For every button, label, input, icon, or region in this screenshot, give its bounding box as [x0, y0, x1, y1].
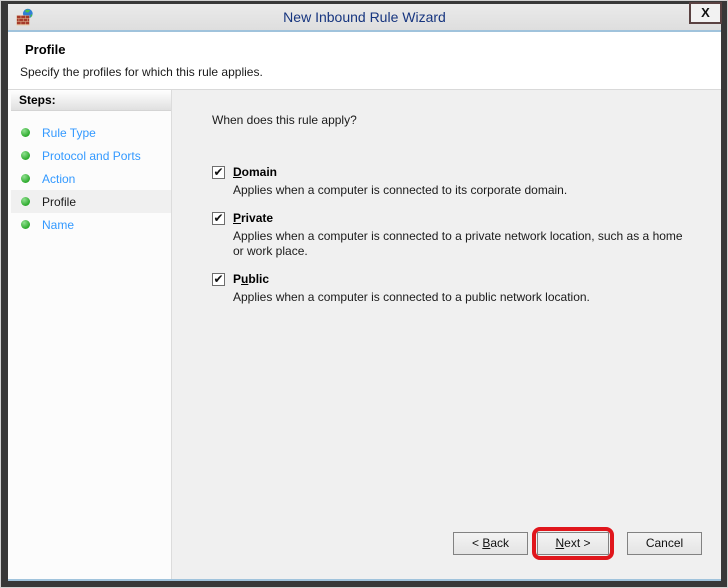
sidebar-item-name[interactable]: Name — [11, 213, 171, 236]
step-bullet-icon — [21, 197, 30, 206]
firewall-icon — [16, 8, 34, 26]
steps-list: Rule Type Protocol and Ports Action Prof… — [11, 121, 171, 236]
check-icon: ✔ — [213, 274, 224, 285]
page-title: Profile — [25, 42, 705, 57]
option-row: ✔ Private — [212, 211, 701, 225]
private-description: Applies when a computer is connected to … — [233, 229, 685, 259]
window-frame: New Inbound Rule Wizard Profile Specify … — [0, 0, 728, 588]
check-icon: ✔ — [213, 213, 224, 224]
sidebar-item-action[interactable]: Action — [11, 167, 171, 190]
title-bar: New Inbound Rule Wizard — [8, 4, 721, 30]
profile-option-private: ✔ Private Applies when a computer is con… — [212, 211, 701, 259]
label-suffix: blic — [248, 272, 269, 286]
step-bullet-icon — [21, 174, 30, 183]
step-label: Profile — [42, 195, 76, 209]
label-prefix: P — [233, 272, 241, 286]
step-label: Rule Type — [42, 126, 96, 140]
button-label-prefix: < — [472, 536, 482, 550]
button-label-accel: N — [555, 536, 564, 550]
question-text: When does this rule apply? — [212, 113, 701, 127]
sidebar-item-rule-type[interactable]: Rule Type — [11, 121, 171, 144]
label-suffix: omain — [242, 165, 277, 179]
close-button[interactable]: X — [689, 2, 722, 24]
step-bullet-icon — [21, 128, 30, 137]
bottom-accent-line — [8, 579, 721, 581]
domain-description: Applies when a computer is connected to … — [233, 183, 685, 198]
label-accel: D — [233, 165, 242, 179]
private-label: Private — [233, 211, 273, 225]
step-label: Protocol and Ports — [42, 149, 141, 163]
button-label-suffix: ext > — [564, 536, 590, 550]
next-button[interactable]: Next > — [537, 532, 609, 555]
label-suffix: rivate — [241, 211, 273, 225]
public-checkbox[interactable]: ✔ — [212, 273, 225, 286]
public-description: Applies when a computer is connected to … — [233, 290, 685, 305]
profile-option-domain: ✔ Domain Applies when a computer is conn… — [212, 165, 701, 198]
sidebar-item-profile[interactable]: Profile — [11, 190, 171, 213]
step-bullet-icon — [21, 220, 30, 229]
wizard-body: Steps: Rule Type Protocol and Ports Acti… — [8, 90, 721, 579]
check-icon: ✔ — [213, 167, 224, 178]
wizard-header: Profile Specify the profiles for which t… — [8, 32, 721, 89]
step-label: Action — [42, 172, 75, 186]
wizard-window: New Inbound Rule Wizard Profile Specify … — [8, 4, 721, 581]
option-row: ✔ Domain — [212, 165, 701, 179]
step-bullet-icon — [21, 151, 30, 160]
page-subtitle: Specify the profiles for which this rule… — [20, 65, 705, 79]
sidebar-item-protocol-and-ports[interactable]: Protocol and Ports — [11, 144, 171, 167]
domain-label: Domain — [233, 165, 277, 179]
domain-checkbox[interactable]: ✔ — [212, 166, 225, 179]
private-checkbox[interactable]: ✔ — [212, 212, 225, 225]
option-row: ✔ Public — [212, 272, 701, 286]
button-label-suffix: ack — [490, 536, 509, 550]
annotation-highlight: Next > — [532, 527, 614, 560]
step-label: Name — [42, 218, 74, 232]
content-panel: When does this rule apply? ✔ Domain Appl… — [172, 90, 721, 579]
label-accel: P — [233, 211, 241, 225]
steps-heading: Steps: — [11, 90, 171, 111]
cancel-button[interactable]: Cancel — [627, 532, 702, 555]
back-button[interactable]: < Back — [453, 532, 528, 555]
profile-option-public: ✔ Public Applies when a computer is conn… — [212, 272, 701, 305]
steps-sidebar: Steps: Rule Type Protocol and Ports Acti… — [8, 90, 171, 579]
public-label: Public — [233, 272, 269, 286]
window-title: New Inbound Rule Wizard — [283, 9, 446, 25]
button-row: < Back Next > Cancel — [453, 527, 702, 560]
